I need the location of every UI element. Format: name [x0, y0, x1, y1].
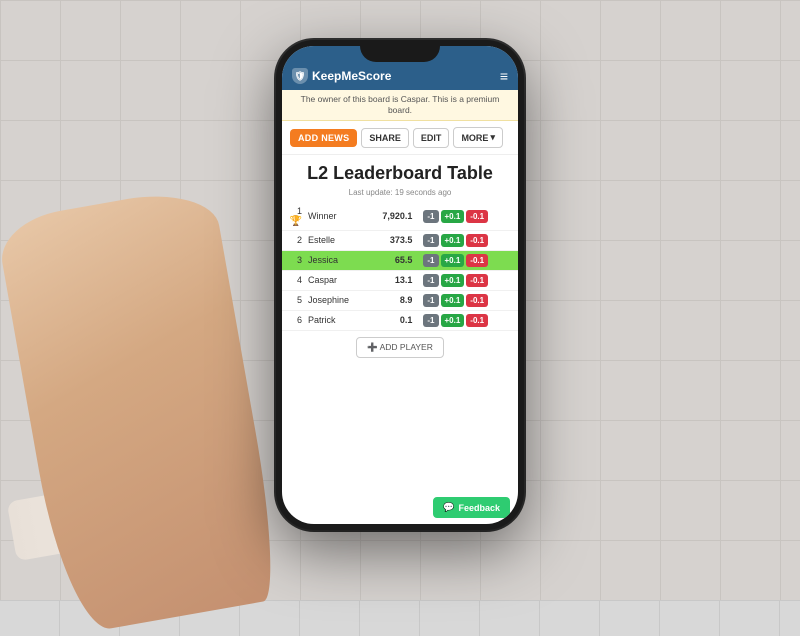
edit-button[interactable]: EDIT — [413, 128, 450, 148]
neg-button[interactable]: -0.1 — [466, 234, 488, 247]
minus-button[interactable]: -1 — [423, 254, 438, 267]
table-row: 1🏆 Winner 7,920.1 -1 +0.1 -0.1 — [282, 203, 518, 231]
rank-cell: 1🏆 — [282, 203, 304, 231]
plus-button[interactable]: +0.1 — [441, 254, 465, 267]
neg-button[interactable]: -0.1 — [466, 254, 488, 267]
minus-button[interactable]: -1 — [423, 314, 438, 327]
shield-icon: 🛡 — [292, 68, 308, 84]
player-score: 373.5 — [367, 230, 416, 250]
plus-button[interactable]: +0.1 — [441, 210, 465, 223]
brand-name: KeepMeScore — [312, 69, 391, 83]
minus-button[interactable]: -1 — [423, 234, 438, 247]
table-row: 3 Jessica 65.5 -1 +0.1 -0.1 — [282, 250, 518, 270]
premium-notice: The owner of this board is Caspar. This … — [282, 90, 518, 121]
player-actions: -1 +0.1 -0.1 — [416, 230, 518, 250]
rank-cell: 5 — [282, 290, 304, 310]
minus-button[interactable]: -1 — [423, 294, 438, 307]
leaderboard-title: L2 Leaderboard Table — [282, 163, 518, 185]
phone-container: 🛡 KeepMeScore ≡ The owner of this board … — [276, 60, 524, 530]
neg-button[interactable]: -0.1 — [466, 314, 488, 327]
feedback-button[interactable]: 💬 Feedback — [433, 497, 510, 518]
rank-cell: 2 — [282, 230, 304, 250]
player-name: Patrick — [304, 310, 367, 330]
feedback-area: 💬 Feedback — [282, 493, 518, 524]
add-player-button[interactable]: ➕ ADD PLAYER — [356, 337, 444, 358]
neg-button[interactable]: -0.1 — [466, 274, 488, 287]
table-row: 5 Josephine 8.9 -1 +0.1 -0.1 — [282, 290, 518, 310]
rank-cell: 6 — [282, 310, 304, 330]
player-actions: -1 +0.1 -0.1 — [416, 290, 518, 310]
player-name: Josephine — [304, 290, 367, 310]
player-name: Estelle — [304, 230, 367, 250]
plus-button[interactable]: +0.1 — [441, 294, 465, 307]
last-update: Last update: 19 seconds ago — [282, 188, 518, 197]
table-row: 4 Caspar 13.1 -1 +0.1 -0.1 — [282, 270, 518, 290]
action-bar: ADD NEWS SHARE EDIT MORE ▾ — [282, 121, 518, 155]
rank-cell: 3 — [282, 250, 304, 270]
player-score: 13.1 — [367, 270, 416, 290]
phone-notch — [360, 40, 440, 62]
plus-button[interactable]: +0.1 — [441, 234, 465, 247]
phone-screen: 🛡 KeepMeScore ≡ The owner of this board … — [282, 46, 518, 524]
player-name: Caspar — [304, 270, 367, 290]
player-score: 7,920.1 — [367, 203, 416, 231]
feedback-icon: 💬 — [443, 502, 454, 513]
trophy-icon: 🏆 — [290, 216, 302, 227]
player-score: 8.9 — [367, 290, 416, 310]
share-button[interactable]: SHARE — [361, 128, 409, 148]
add-player-row: ➕ ADD PLAYER — [282, 331, 518, 364]
neg-button[interactable]: -0.1 — [466, 210, 488, 223]
hamburger-icon[interactable]: ≡ — [500, 68, 508, 84]
player-name: Winner — [304, 203, 367, 231]
table-row: 6 Patrick 0.1 -1 +0.1 -0.1 — [282, 310, 518, 330]
plus-button[interactable]: +0.1 — [441, 314, 465, 327]
phone: 🛡 KeepMeScore ≡ The owner of this board … — [276, 40, 524, 530]
player-name: Jessica — [304, 250, 367, 270]
leaderboard-content: L2 Leaderboard Table Last update: 19 sec… — [282, 155, 518, 493]
player-actions: -1 +0.1 -0.1 — [416, 203, 518, 231]
player-score: 65.5 — [367, 250, 416, 270]
more-button[interactable]: MORE ▾ — [453, 127, 503, 148]
table-row: 2 Estelle 373.5 -1 +0.1 -0.1 — [282, 230, 518, 250]
minus-button[interactable]: -1 — [423, 274, 438, 287]
brand: 🛡 KeepMeScore — [292, 68, 391, 84]
score-table: 1🏆 Winner 7,920.1 -1 +0.1 -0.1 2 Estelle… — [282, 203, 518, 331]
player-actions: -1 +0.1 -0.1 — [416, 270, 518, 290]
player-actions: -1 +0.1 -0.1 — [416, 250, 518, 270]
add-news-button[interactable]: ADD NEWS — [290, 129, 357, 147]
neg-button[interactable]: -0.1 — [466, 294, 488, 307]
player-actions: -1 +0.1 -0.1 — [416, 310, 518, 330]
player-score: 0.1 — [367, 310, 416, 330]
minus-button[interactable]: -1 — [423, 210, 438, 223]
chevron-down-icon: ▾ — [490, 132, 495, 143]
rank-cell: 4 — [282, 270, 304, 290]
plus-button[interactable]: +0.1 — [441, 274, 465, 287]
